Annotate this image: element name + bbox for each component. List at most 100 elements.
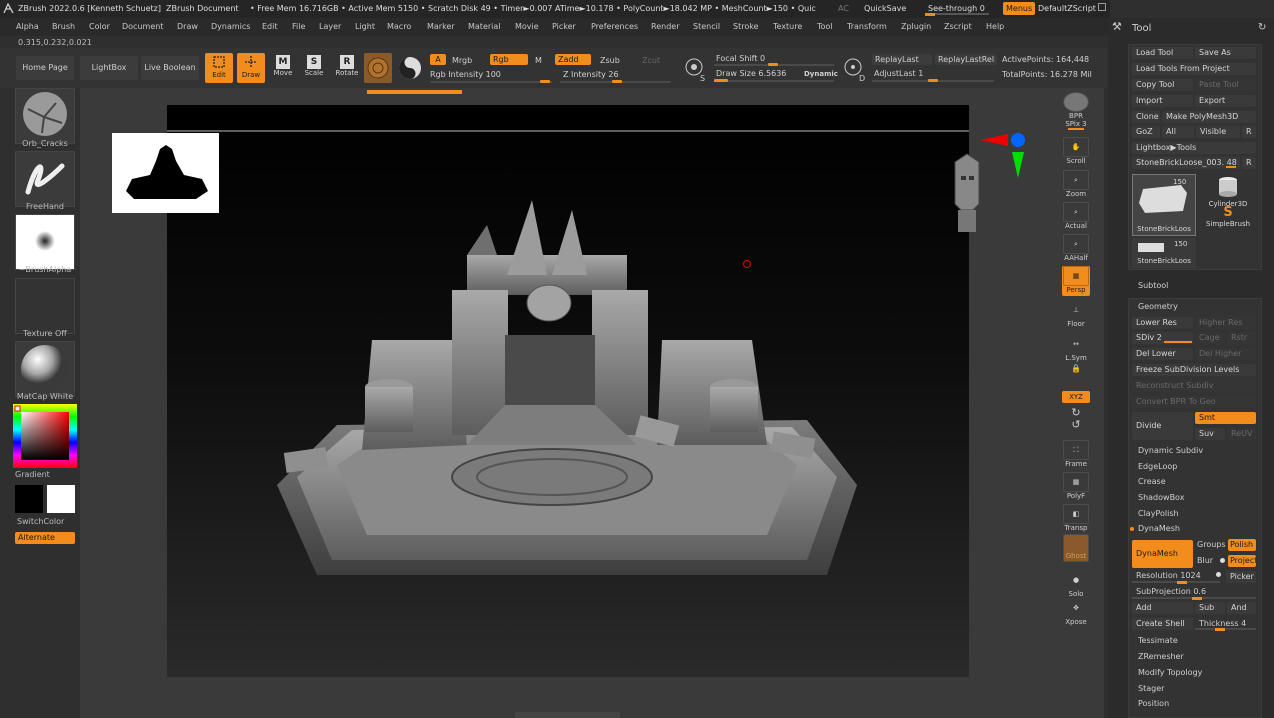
draw-size-icon[interactable]: D	[842, 56, 868, 83]
menus-button[interactable]: Menus	[1003, 2, 1036, 15]
adjust-last-slider[interactable]: AdjustLast 1	[874, 69, 923, 78]
zcut-toggle[interactable]: Zcut	[642, 56, 660, 65]
menu-tool[interactable]: Tool	[817, 22, 833, 31]
claypolish-header[interactable]: ClayPolish	[1134, 508, 1254, 520]
menu-draw[interactable]: Draw	[177, 22, 198, 31]
menu-zplugin[interactable]: Zplugin	[901, 22, 931, 31]
transp-button[interactable]: ◧ Transp	[1062, 504, 1090, 534]
dynamic-subdiv-header[interactable]: Dynamic Subdiv	[1134, 445, 1254, 457]
shadowbox-header[interactable]: ShadowBox	[1134, 492, 1254, 504]
draw-mode-button[interactable]: Draw	[237, 53, 265, 83]
menu-layer[interactable]: Layer	[319, 22, 341, 31]
menu-alpha[interactable]: Alpha	[16, 22, 39, 31]
sub-button[interactable]: Sub	[1195, 602, 1225, 614]
smt-toggle[interactable]: Smt	[1195, 412, 1256, 424]
current-tool-slider[interactable]: StoneBrickLoose_003. 48	[1132, 157, 1240, 169]
move-mode-button[interactable]: M Move	[270, 53, 296, 83]
bottom-scrollbar[interactable]	[515, 712, 620, 718]
modify-topology-header[interactable]: Modify Topology	[1134, 667, 1254, 679]
default-zscript-button[interactable]: DefaultZScript	[1038, 4, 1096, 13]
picker-button[interactable]: Picker	[1226, 571, 1256, 583]
freeze-subdivision-button[interactable]: Freeze SubDivision Levels	[1132, 364, 1256, 376]
rotate-axis-icons[interactable]: ↻ ↺	[1068, 407, 1084, 435]
replay-last-rel-button[interactable]: ReplayLastRel	[935, 54, 997, 65]
menu-dynamics[interactable]: Dynamics	[211, 22, 250, 31]
copy-tool-button[interactable]: Copy Tool	[1132, 79, 1193, 91]
bpr-button[interactable]: BPR	[1062, 92, 1090, 122]
alternate-button[interactable]: Alternate	[15, 532, 75, 544]
tool-thumbnail-stonebrick-2[interactable]: 150 StoneBrickLoos	[1132, 238, 1196, 268]
tessimate-header[interactable]: Tessimate	[1134, 635, 1254, 647]
z-intensity-slider[interactable]: Z Intensity 26	[563, 70, 619, 79]
scale-mode-button[interactable]: S Scale	[302, 53, 326, 83]
draw-size-slider[interactable]: Draw Size 6.5636	[716, 69, 786, 78]
menu-stencil[interactable]: Stencil	[693, 22, 720, 31]
stroke-thumbnail[interactable]	[15, 151, 75, 207]
persp-button[interactable]: ▦ Persp	[1062, 266, 1090, 296]
menu-help[interactable]: Help	[986, 22, 1004, 31]
edit-mode-button[interactable]: Edit	[205, 53, 233, 83]
goz-r-button[interactable]: R	[1242, 126, 1256, 138]
replay-last-button[interactable]: ReplayLast	[872, 54, 932, 65]
rotate-mode-button[interactable]: R Rotate	[333, 53, 361, 83]
document-viewport[interactable]	[167, 105, 969, 677]
menu-file[interactable]: File	[292, 22, 305, 31]
zoom-button[interactable]: ⌕ Zoom	[1062, 170, 1090, 200]
tool-r-button[interactable]: R	[1242, 157, 1256, 169]
lower-res-button[interactable]: Lower Res	[1132, 317, 1193, 329]
menu-texture[interactable]: Texture	[773, 22, 802, 31]
menu-picker[interactable]: Picker	[552, 22, 576, 31]
see-through-slider[interactable]: See-through 0	[928, 4, 985, 13]
menu-stroke[interactable]: Stroke	[733, 22, 759, 31]
xpose-button[interactable]: ✥ Xpose	[1062, 598, 1090, 628]
m-toggle[interactable]: M	[535, 56, 542, 65]
paste-tool-button[interactable]: Paste Tool	[1195, 79, 1256, 91]
dynamic-toggle[interactable]: Dynamic	[804, 70, 838, 78]
refresh-icon[interactable]: ↻	[1258, 22, 1270, 34]
menu-transform[interactable]: Transform	[847, 22, 887, 31]
canvas-scroll-indicator[interactable]	[367, 90, 462, 94]
menu-render[interactable]: Render	[651, 22, 679, 31]
reconstruct-subdiv-button[interactable]: Reconstruct Subdiv	[1132, 380, 1256, 392]
frame-button[interactable]: ⛶ Frame	[1062, 440, 1090, 470]
geometry-header[interactable]: Geometry	[1134, 301, 1254, 313]
dynamesh-button[interactable]: DynaMesh	[1132, 540, 1193, 568]
menu-document[interactable]: Document	[122, 22, 163, 31]
polyf-button[interactable]: ▦ PolyF	[1062, 472, 1090, 502]
make-polymesh-button[interactable]: Make PolyMesh3D	[1162, 111, 1256, 123]
polish-toggle[interactable]: Polish	[1228, 539, 1256, 551]
del-higher-button[interactable]: Del Higher	[1195, 348, 1256, 360]
alpha-thumbnail[interactable]	[15, 214, 75, 270]
aahalf-button[interactable]: ⌕ AAHalf	[1062, 234, 1090, 264]
stager-header[interactable]: Stager	[1134, 683, 1254, 695]
lightbox-button[interactable]: LightBox	[80, 56, 138, 80]
tool-thumbnail-stonebrick[interactable]: 150 StoneBrickLoos	[1132, 174, 1196, 236]
xyz-button[interactable]: XYZ	[1062, 391, 1090, 403]
reuv-button[interactable]: ReUV	[1227, 428, 1256, 440]
live-boolean-button[interactable]: Live Boolean	[141, 56, 199, 80]
subtool-header[interactable]: Subtool	[1134, 280, 1254, 292]
lightbox-tools-button[interactable]: Lightbox▶Tools	[1132, 142, 1256, 154]
menu-macro[interactable]: Macro	[387, 22, 411, 31]
main-color-swatch[interactable]	[15, 485, 43, 513]
blur-slider[interactable]: Blur	[1195, 555, 1223, 567]
load-tool-button[interactable]: Load Tool	[1132, 47, 1193, 59]
edgeloop-header[interactable]: EdgeLoop	[1134, 461, 1254, 473]
zadd-toggle[interactable]: Zadd	[555, 54, 591, 65]
switch-color-button[interactable]: SwitchColor	[17, 517, 77, 526]
orientation-head[interactable]	[945, 152, 989, 234]
and-button[interactable]: And	[1227, 602, 1256, 614]
brush-thumbnail[interactable]	[15, 88, 75, 144]
project-toggle[interactable]: Project	[1228, 555, 1256, 567]
goz-visible-button[interactable]: Visible	[1196, 126, 1240, 138]
color-swirl-button[interactable]	[396, 54, 424, 82]
load-tools-from-project-button[interactable]: Load Tools From Project	[1132, 63, 1256, 75]
solo-button[interactable]: ● Solo	[1062, 570, 1090, 600]
position-header[interactable]: Position	[1134, 698, 1254, 710]
save-as-button[interactable]: Save As	[1195, 47, 1256, 59]
cage-button[interactable]: Cage	[1195, 332, 1225, 344]
gradient-label[interactable]: Gradient	[15, 470, 75, 479]
menu-light[interactable]: Light	[355, 22, 375, 31]
spix-slider[interactable]: SPix 3	[1062, 120, 1090, 132]
suv-toggle[interactable]: Suv	[1195, 428, 1225, 440]
